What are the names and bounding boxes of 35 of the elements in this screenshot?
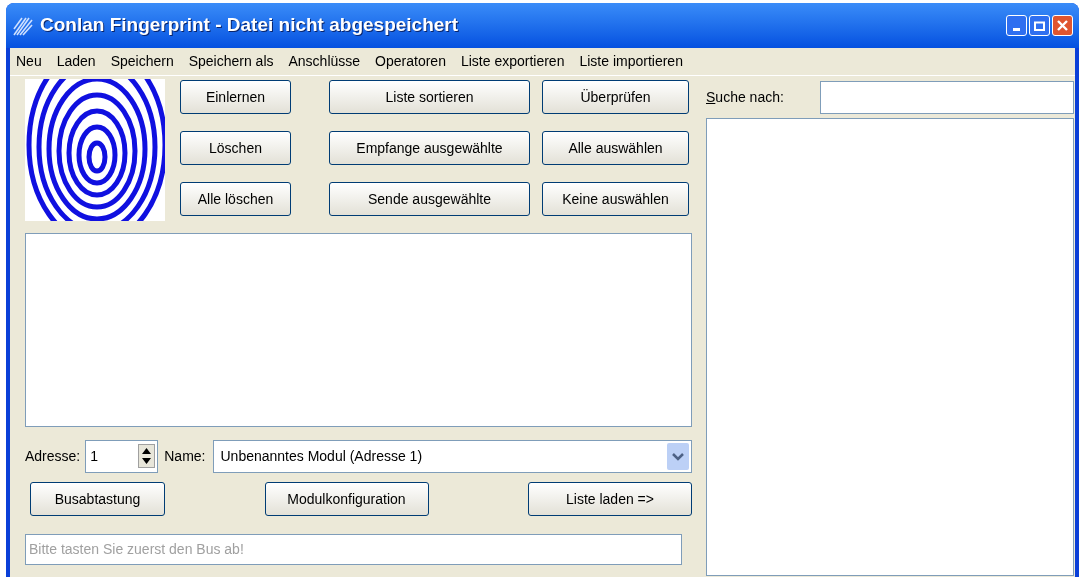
minimize-button[interactable]	[1006, 15, 1027, 36]
menu-item[interactable]: Speichern	[107, 51, 177, 72]
push-button[interactable]: Keine auswählen	[542, 182, 689, 216]
address-spinner[interactable]: 1	[85, 439, 159, 473]
push-button[interactable]: Liste laden =>	[528, 482, 692, 516]
spinner-arrows-icon	[138, 444, 156, 468]
menu-item[interactable]: Operatoren	[372, 51, 449, 72]
push-button[interactable]: Einlernen	[180, 80, 291, 114]
push-button[interactable]: Modulkonfiguration	[264, 482, 429, 516]
menu-item[interactable]: Speichern als	[185, 51, 277, 72]
name-combobox[interactable]: Unbenanntes Modul (Adresse 1)	[213, 439, 692, 473]
address-label: Adresse:	[25, 446, 81, 466]
close-button[interactable]	[1052, 15, 1073, 36]
search-label: Suche nach:	[706, 88, 785, 107]
menu-item[interactable]: Anschlüsse	[285, 51, 364, 72]
maximize-icon	[1034, 20, 1045, 31]
push-button[interactable]: Liste sortieren	[329, 80, 530, 114]
push-button[interactable]: Sende ausgewählte	[329, 182, 530, 216]
menu-item[interactable]: Laden	[53, 51, 99, 72]
minimize-icon	[1013, 28, 1020, 31]
push-button[interactable]: Überprüfen	[542, 80, 689, 114]
push-button[interactable]: Empfange ausgewählte	[329, 131, 530, 165]
push-button[interactable]: Alle auswählen	[542, 131, 689, 165]
menu-item[interactable]: Neu	[13, 51, 45, 72]
search-field[interactable]	[820, 81, 1074, 114]
close-icon	[1057, 20, 1068, 31]
menu-item[interactable]: Liste exportieren	[457, 51, 568, 72]
push-button[interactable]: Löschen	[180, 131, 291, 165]
name-label: Name:	[164, 446, 206, 466]
window-title: Conlan Fingerprint - Datei nicht abgespeichert	[40, 13, 459, 38]
menu-item[interactable]: Liste importieren	[576, 51, 686, 72]
status-field: Bitte tasten Sie zuerst den Bus ab!	[25, 534, 682, 565]
push-button[interactable]: Alle löschen	[180, 182, 291, 216]
push-button[interactable]: Busabtastung	[30, 482, 165, 516]
maximize-button[interactable]	[1029, 15, 1050, 36]
